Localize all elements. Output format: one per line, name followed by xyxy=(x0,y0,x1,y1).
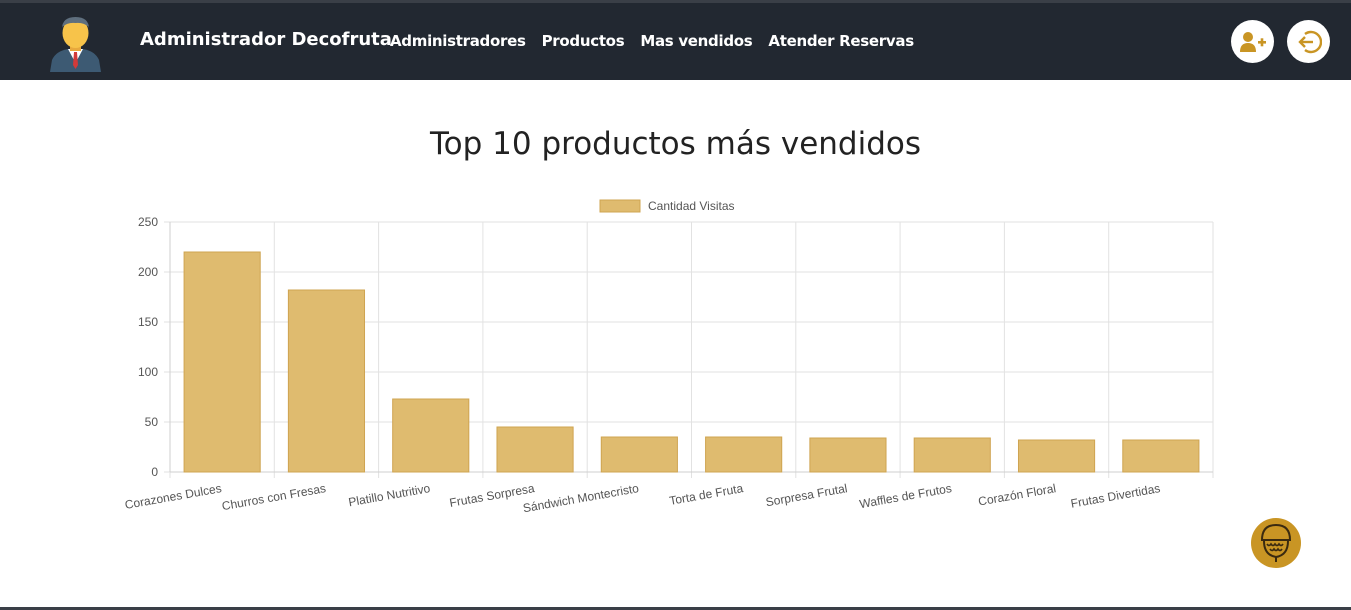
bar xyxy=(392,398,470,473)
bar xyxy=(287,289,366,473)
x-tick-label: Sorpresa Frutal xyxy=(765,481,849,509)
y-tick-label: 150 xyxy=(138,315,158,329)
nav-productos[interactable]: Productos xyxy=(542,32,625,50)
bar xyxy=(809,437,887,473)
sign-out-icon xyxy=(1297,30,1322,53)
y-tick-label: 50 xyxy=(145,415,159,429)
acorn-icon xyxy=(1260,523,1292,562)
nav-administradores[interactable]: Administradores xyxy=(390,32,526,50)
logout-button[interactable] xyxy=(1287,20,1330,63)
brand-title: Administrador Decofruta xyxy=(140,29,392,50)
bar xyxy=(600,436,678,473)
bar-chart: 0 50 100 150 200 250 Corazones DulcesChurros c… xyxy=(124,199,1214,515)
bar xyxy=(1017,439,1096,473)
add-user-button[interactable] xyxy=(1231,20,1274,63)
x-tick-label: Torta de Fruta xyxy=(668,481,744,508)
x-tick-label: Waffles de Frutos xyxy=(858,481,952,511)
main-nav: Administradores Productos Mas vendidos A… xyxy=(390,32,914,50)
y-tick-label: 100 xyxy=(138,365,158,379)
x-tick-label: Platillo Nutritivo xyxy=(347,481,431,509)
y-tick-label: 0 xyxy=(151,465,158,479)
bar xyxy=(705,436,783,473)
x-tick-label: Corazones Dulces xyxy=(124,481,223,512)
x-tick-label: Frutas Divertidas xyxy=(1070,481,1162,511)
bar xyxy=(913,437,991,473)
x-tick-label: Sándwich Montecristo xyxy=(522,481,640,515)
nav-mas-vendidos[interactable]: Mas vendidos xyxy=(640,32,752,50)
user-plus-icon xyxy=(1239,31,1266,52)
bar xyxy=(1122,439,1200,473)
legend-swatch xyxy=(599,199,641,213)
nav-atender-reservas[interactable]: Atender Reservas xyxy=(768,32,914,50)
bar xyxy=(183,251,261,473)
floating-acorn-button[interactable] xyxy=(1251,518,1301,568)
y-tick-label: 250 xyxy=(138,215,158,229)
page-title: Top 10 productos más vendidos xyxy=(429,126,922,162)
navbar: Administrador Decofruta Administradores … xyxy=(0,3,1351,80)
legend-label: Cantidad Visitas xyxy=(648,199,735,213)
x-tick-label: Churros con Fresas xyxy=(221,481,327,513)
y-tick-label: 200 xyxy=(138,265,158,279)
bar xyxy=(496,426,574,473)
x-tick-label: Corazón Floral xyxy=(977,481,1057,508)
businessman-avatar-icon xyxy=(48,15,103,72)
